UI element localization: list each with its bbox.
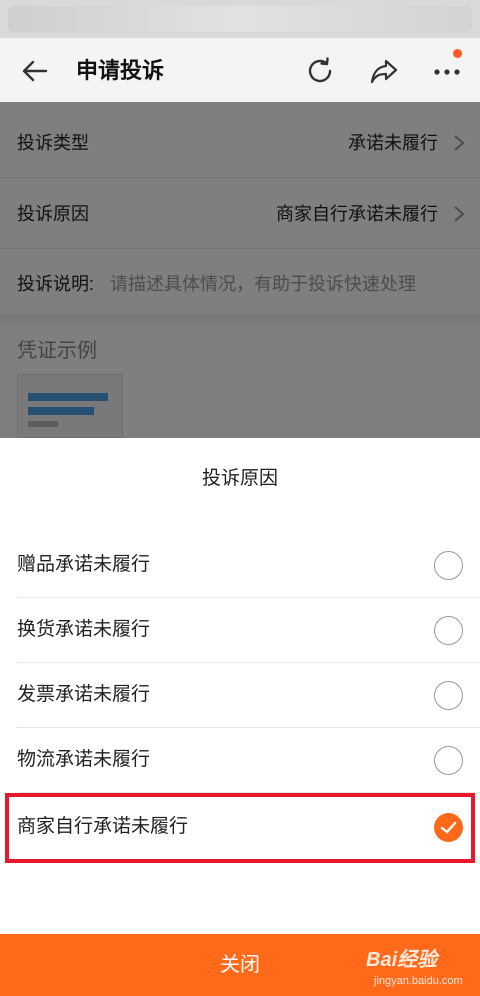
notification-dot	[453, 49, 462, 58]
page-title: 申请投诉	[76, 58, 165, 83]
more-dots-icon[interactable]	[430, 55, 464, 87]
modal-overlay[interactable]	[0, 102, 480, 438]
watermark-url: jingyan.baidu.com	[374, 975, 463, 987]
status-bar-blurred-content	[8, 6, 472, 32]
radio-unchecked[interactable]	[434, 616, 463, 645]
option-invoice-promise[interactable]: 发票承诺未履行	[0, 663, 480, 728]
option-exchange-promise[interactable]: 换货承诺未履行	[0, 598, 480, 663]
sheet-title: 投诉原因	[201, 468, 278, 489]
refresh-icon[interactable]	[304, 55, 336, 87]
selection-highlight-box	[5, 793, 475, 863]
nav-bar: 申请投诉	[0, 38, 480, 102]
arrow-left-icon[interactable]	[20, 56, 50, 86]
baidu-jingyan-watermark: Bai经验 jingyan.baidu.com	[362, 942, 474, 992]
option-logistics-promise[interactable]: 物流承诺未履行	[0, 728, 480, 793]
option-label: 发票承诺未履行	[17, 684, 151, 705]
radio-unchecked[interactable]	[434, 681, 463, 710]
reason-bottom-sheet: 投诉原因 赠品承诺未履行 换货承诺未履行 发票承诺未履行 物流承诺未履行 商家自…	[0, 438, 480, 996]
option-label: 赠品承诺未履行	[17, 554, 151, 575]
radio-unchecked[interactable]	[434, 746, 463, 775]
radio-unchecked[interactable]	[434, 551, 463, 580]
option-label: 换货承诺未履行	[17, 619, 151, 640]
option-gift-promise[interactable]: 赠品承诺未履行	[0, 533, 480, 598]
option-label: 物流承诺未履行	[17, 749, 151, 770]
share-icon[interactable]	[368, 55, 400, 87]
status-bar	[0, 0, 480, 38]
watermark-brand: Bai经验	[366, 949, 438, 971]
